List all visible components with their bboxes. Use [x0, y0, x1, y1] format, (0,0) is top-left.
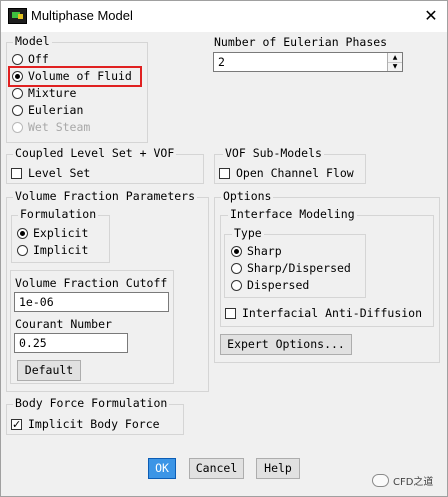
radio-sharp-dispersed[interactable] [231, 262, 242, 274]
implicit-body-force-checkbox[interactable]: ✓ [11, 418, 22, 430]
anti-diffusion-label: Interfacial Anti-Diffusion [242, 306, 423, 320]
app-icon [8, 8, 27, 24]
radio-wet-steam [12, 121, 23, 133]
model-off-option[interactable]: Off [12, 51, 49, 67]
model-legend: Model [13, 34, 52, 48]
cutoff-value: 1e-06 [19, 295, 54, 309]
implicit-label: Implicit [33, 243, 89, 257]
expert-options-button[interactable]: Expert Options... [220, 334, 352, 355]
implicit-body-force-option[interactable]: ✓ Implicit Body Force [11, 416, 160, 432]
model-eulerian-option[interactable]: Eulerian [12, 102, 83, 118]
cancel-button[interactable]: Cancel [189, 458, 244, 479]
cutoff-input[interactable]: 1e-06 [14, 292, 169, 312]
implicit-option[interactable]: Implicit [17, 242, 88, 258]
window-title: Multiphase Model [31, 8, 133, 23]
level-set-label: Level Set [28, 166, 91, 180]
phases-spin-buttons[interactable]: ▲ ▼ [387, 53, 402, 71]
radio-explicit[interactable] [17, 227, 28, 239]
radio-sharp[interactable] [231, 245, 242, 257]
vof-highlight-box [8, 66, 142, 87]
level-set-option[interactable]: Level Set [11, 165, 90, 181]
open-channel-option[interactable]: Open Channel Flow [219, 165, 354, 181]
wechat-icon [372, 474, 389, 487]
radio-mixture[interactable] [12, 87, 23, 99]
help-button[interactable]: Help [256, 458, 300, 479]
dispersed-option[interactable]: Dispersed [231, 277, 309, 293]
dispersed-label: Dispersed [247, 278, 310, 292]
model-mixture-option[interactable]: Mixture [12, 85, 76, 101]
courant-label: Courant Number [15, 317, 112, 331]
vfp-legend: Volume Fraction Parameters [13, 189, 198, 203]
level-set-checkbox[interactable] [11, 167, 22, 179]
phases-label: Number of Eulerian Phases [214, 35, 388, 49]
cutoff-label: Volume Fraction Cutoff [15, 276, 168, 290]
model-eulerian-label: Eulerian [28, 103, 84, 117]
sharp-dispersed-option[interactable]: Sharp/Dispersed [231, 260, 351, 276]
model-wet-steam-option: Wet Steam [12, 119, 90, 135]
sharp-option[interactable]: Sharp [231, 243, 282, 259]
ok-button[interactable]: OK [148, 458, 176, 479]
close-icon[interactable]: ✕ [418, 4, 444, 28]
sharp-dispersed-label: Sharp/Dispersed [247, 261, 351, 275]
default-button[interactable]: Default [17, 360, 81, 381]
watermark: CFD之道 [372, 473, 433, 488]
model-wet-steam-label: Wet Steam [28, 120, 91, 134]
radio-eulerian[interactable] [12, 104, 23, 116]
spin-down-icon[interactable]: ▼ [388, 62, 402, 71]
body-force-legend: Body Force Formulation [13, 396, 170, 410]
formulation-legend: Formulation [18, 207, 99, 221]
model-off-label: Off [28, 52, 49, 66]
phases-value: 2 [218, 55, 225, 69]
radio-implicit[interactable] [17, 244, 28, 256]
explicit-label: Explicit [33, 226, 89, 240]
phases-spinner[interactable]: 2 ▲ ▼ [213, 52, 403, 72]
open-channel-label: Open Channel Flow [236, 166, 354, 180]
explicit-option[interactable]: Explicit [17, 225, 88, 241]
anti-diffusion-option[interactable]: Interfacial Anti-Diffusion [225, 305, 422, 321]
coupled-legend: Coupled Level Set + VOF [13, 146, 177, 160]
interface-modeling-legend: Interface Modeling [228, 207, 357, 221]
options-legend: Options [221, 189, 274, 203]
anti-diffusion-checkbox[interactable] [225, 307, 236, 319]
radio-dispersed[interactable] [231, 279, 242, 291]
model-mixture-label: Mixture [28, 86, 77, 100]
sharp-label: Sharp [247, 244, 282, 258]
courant-input[interactable]: 0.25 [14, 333, 128, 353]
watermark-text: CFD之道 [393, 477, 434, 488]
radio-off[interactable] [12, 53, 23, 65]
vof-submodels-legend: VOF Sub-Models [223, 146, 324, 160]
implicit-body-force-label: Implicit Body Force [28, 417, 160, 431]
open-channel-checkbox[interactable] [219, 167, 230, 179]
type-legend: Type [232, 226, 264, 240]
courant-value: 0.25 [19, 336, 47, 350]
